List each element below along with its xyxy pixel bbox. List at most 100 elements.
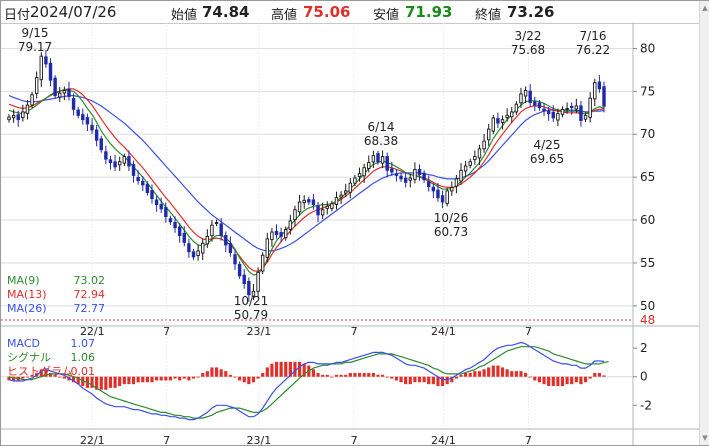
annotation-date: 6/14 — [368, 120, 395, 134]
moving-averages — [8, 88, 605, 276]
candle-body — [154, 199, 159, 206]
hist-bar — [588, 376, 592, 379]
hist-bar — [196, 376, 200, 378]
hist-bar — [390, 376, 394, 379]
candle-body — [201, 242, 205, 254]
date-label: 日付 — [4, 8, 31, 23]
hist-bar — [547, 376, 551, 386]
candle-body — [422, 172, 426, 181]
candle-body — [131, 164, 136, 176]
candle-body — [570, 105, 574, 109]
candle-body — [579, 105, 583, 121]
y-tick-label: 65 — [640, 170, 655, 184]
candle-body — [242, 274, 246, 284]
candle-body — [514, 103, 519, 113]
candle-body — [597, 81, 602, 90]
candle-body — [94, 129, 99, 141]
candle-body — [150, 190, 154, 200]
macd-legend-value: 1.06 — [71, 351, 96, 364]
candlesticks — [7, 49, 606, 302]
macd-panel: 2 0 -2 MACD 1.07 シグナル 1.06ヒストグラム0.01 — [1, 337, 652, 421]
candle-body — [353, 177, 357, 184]
hist-bar — [357, 373, 362, 377]
candle-body — [445, 190, 449, 204]
candle-body — [583, 114, 588, 120]
hist-bar — [533, 376, 537, 381]
hist-bar — [500, 367, 505, 377]
hist-bar — [173, 376, 177, 379]
hist-bar — [251, 376, 256, 383]
scroll-up-icon[interactable]: ▲ — [701, 3, 709, 13]
candle-body — [334, 197, 339, 205]
hist-bar — [459, 374, 463, 377]
candle-body — [127, 156, 131, 167]
hist-bar — [579, 376, 583, 385]
vertical-scrollbar[interactable]: ▲ ▼ — [699, 1, 709, 445]
candle-body — [454, 178, 459, 187]
hist-bar — [265, 367, 269, 377]
candle-body — [482, 140, 486, 150]
hist-bar — [385, 376, 389, 378]
hist-bar — [376, 374, 380, 377]
hist-bar — [505, 369, 509, 377]
candle-body — [164, 207, 168, 218]
open-label: 始値 — [171, 8, 198, 23]
candle-body — [307, 199, 311, 203]
candle-body — [528, 90, 532, 103]
hist-bar — [454, 376, 459, 379]
x-tick-label: 7 — [163, 325, 170, 338]
hist-bar — [99, 376, 103, 390]
candle-body — [210, 224, 214, 237]
candle-body — [588, 97, 592, 118]
hist-bar — [560, 376, 565, 386]
candle-body — [224, 235, 228, 246]
candle-body — [196, 250, 200, 257]
hist-bar — [551, 376, 555, 386]
hist-bar — [431, 376, 435, 385]
candle-body — [90, 124, 94, 131]
hist-bar — [473, 371, 477, 377]
candle-body — [145, 183, 150, 194]
hist-bar — [113, 376, 117, 388]
price-chart: 807570656055504822/122/17723/123/17724/1… — [1, 23, 699, 445]
macd-legend-name: MACD — [7, 337, 40, 350]
candle-body — [279, 232, 283, 237]
candle-body — [417, 168, 422, 176]
hist-bar — [381, 374, 385, 377]
x-tick-label: 7 — [351, 434, 358, 445]
candle-body — [551, 111, 555, 119]
hist-bar — [210, 367, 214, 377]
candle-body — [565, 108, 569, 110]
candle-body — [468, 161, 472, 166]
hist-bar — [427, 376, 431, 385]
candle-body — [99, 138, 103, 151]
candle-body — [510, 111, 514, 118]
y-tick-label: 55 — [640, 256, 655, 270]
hist-bar — [104, 376, 108, 390]
candle-body — [311, 199, 316, 206]
x-tick-label: 7 — [351, 325, 358, 338]
candle-body — [117, 161, 122, 166]
x-tick-label: 7 — [525, 325, 532, 338]
candle-body — [247, 281, 251, 296]
candle-body — [500, 119, 505, 123]
candle-body — [256, 271, 260, 292]
macd-y-label: -2 — [640, 398, 652, 412]
candle-body — [205, 235, 210, 245]
candle-body — [85, 117, 90, 125]
scroll-down-icon[interactable]: ▼ — [701, 433, 709, 443]
hist-bar — [321, 374, 325, 377]
candle-body — [325, 205, 329, 209]
hist-bar — [394, 376, 399, 381]
hist-bar — [261, 373, 265, 377]
candle-body — [427, 181, 431, 188]
hist-bar — [514, 371, 518, 377]
x-tick-label: 7 — [525, 434, 532, 445]
hist-bar — [325, 374, 329, 377]
candle-body — [436, 189, 440, 199]
legend-name: MA(26) — [7, 302, 47, 315]
ma9-line — [8, 88, 605, 276]
annotation-value: 79.17 — [18, 40, 52, 54]
hist-bar — [270, 363, 274, 377]
candle-body — [270, 231, 274, 241]
